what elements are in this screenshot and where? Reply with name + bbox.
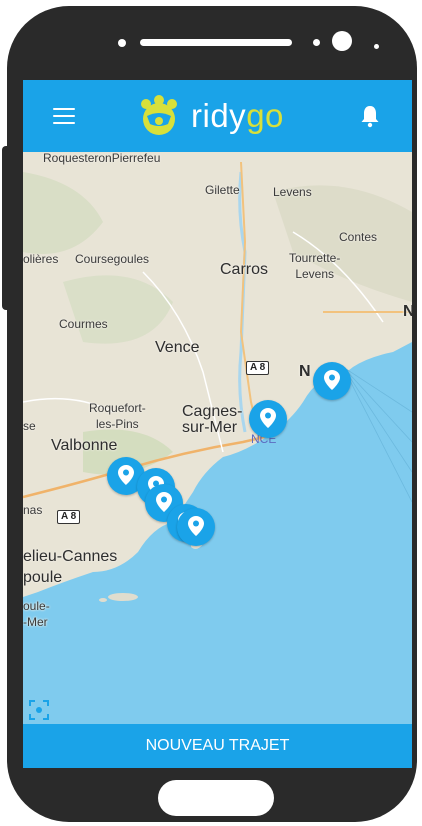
app-name: ridygo <box>191 97 284 134</box>
map-view[interactable]: RoquesteronPierrefeu Gilette Levens Cont… <box>23 151 412 724</box>
phone-home-button[interactable] <box>158 780 274 816</box>
map-label-nice: N <box>299 363 311 380</box>
location-pin[interactable] <box>249 400 287 438</box>
bell-icon[interactable] <box>359 104 381 128</box>
map-label-gilette: Gilette <box>205 183 240 197</box>
map-label-contes: Contes <box>339 230 378 244</box>
map-label-grasse-partial: se <box>23 419 36 433</box>
location-pin[interactable] <box>177 508 215 546</box>
map-label-tourrette-levens: Tourrette- Levens <box>289 251 341 281</box>
new-trip-button[interactable]: NOUVEAU TRAJET <box>23 724 412 768</box>
sensor-dot <box>313 39 320 46</box>
map-label-coursegoules: Coursegoules <box>75 252 150 266</box>
hamburger-menu-icon[interactable] <box>53 108 75 124</box>
app-screen: ridygo RoquesteronPierrefeu Gilette Leve… <box>23 80 412 768</box>
map-label-cagnes-sur-mer: Cagnes- sur-Mer <box>182 403 243 436</box>
front-camera <box>332 31 352 51</box>
ridygo-logo-icon <box>141 95 177 135</box>
map-marker-icon <box>260 408 276 428</box>
road-shield-a8: A 8 <box>246 361 270 375</box>
location-pin[interactable] <box>313 362 351 400</box>
map-label-mougins-partial: nas <box>23 503 43 517</box>
map-label-carros: Carros <box>220 261 269 278</box>
app-bar: ridygo <box>23 80 412 152</box>
map-label-edge: N <box>403 303 412 320</box>
map-label-mandelieu-cannes: elieu-Cannes <box>23 548 118 565</box>
phone-speaker <box>140 39 292 46</box>
map-marker-icon <box>156 492 172 512</box>
map-marker-icon <box>188 516 204 536</box>
map-label-theoule-sur-mer: oule- -Mer <box>23 599 50 629</box>
map-label-levens: Levens <box>273 185 312 199</box>
sensor-dot <box>374 44 379 49</box>
app-logo: ridygo <box>137 92 284 140</box>
map-label-olieres: olières <box>23 252 59 266</box>
map-label-roquesteron: RoquesteronPierrefeu <box>43 151 161 165</box>
map-label-la-napoule: poule <box>23 569 63 586</box>
map-label-vence: Vence <box>155 339 200 356</box>
recenter-location-icon[interactable] <box>29 700 49 720</box>
map-label-valbonne: Valbonne <box>51 437 118 454</box>
road-shield-a8: A 8 <box>57 510 81 524</box>
phone-side-button <box>2 146 12 310</box>
map-label-roquefort-les-pins: Roquefort- les-Pins <box>89 401 146 431</box>
sensor-dot <box>118 39 126 47</box>
map-label-courmes: Courmes <box>59 317 108 331</box>
map-marker-icon <box>118 465 134 485</box>
map-marker-icon <box>324 370 340 390</box>
